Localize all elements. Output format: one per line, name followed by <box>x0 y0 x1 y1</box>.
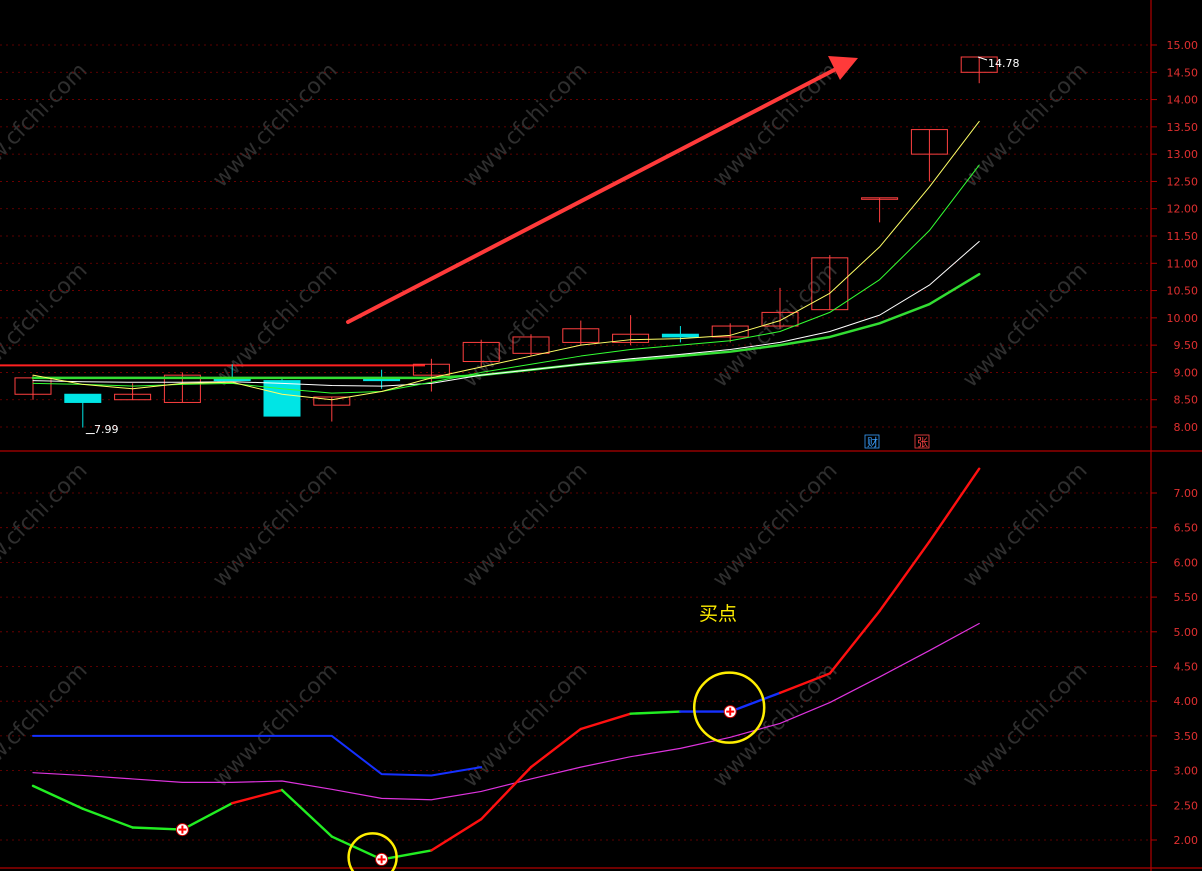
indicator-tick-label: 6.50 <box>1174 522 1199 535</box>
trend-line-segment <box>828 609 881 675</box>
indicator-tick-label: 4.00 <box>1174 695 1199 708</box>
trend-line-segment <box>579 712 632 731</box>
trend-line-segment <box>131 826 184 831</box>
highlight-circle <box>347 832 398 871</box>
price-tick-label: 9.50 <box>1174 339 1199 352</box>
trend-line-segment <box>81 807 134 829</box>
trend-line-segment <box>31 784 85 810</box>
watermark-text: www.cfchi.com <box>708 458 842 592</box>
trend-line-segment <box>878 540 931 613</box>
indicator-tick-label: 3.00 <box>1174 765 1199 778</box>
watermark-text: www.cfchi.com <box>0 658 93 792</box>
indicator-tick-label: 3.50 <box>1174 730 1199 743</box>
price-tick-label: 12.50 <box>1167 175 1199 188</box>
price-panel <box>0 56 998 449</box>
indicator-tick-label: 7.00 <box>1174 487 1199 500</box>
price-tick-label: 9.00 <box>1174 366 1199 379</box>
watermark-text: www.cfchi.com <box>458 458 592 592</box>
price-tick-label: 8.50 <box>1174 394 1199 407</box>
trend-line-segment <box>928 467 981 543</box>
price-tick-label: 12.00 <box>1167 203 1199 216</box>
trend-line-segment <box>729 691 782 713</box>
watermark-text: www.cfchi.com <box>958 658 1092 792</box>
watermark-text: www.cfchi.com <box>0 458 93 592</box>
price-tick-label: 14.00 <box>1167 94 1199 107</box>
watermark-text: www.cfchi.com <box>208 58 342 192</box>
candle-body <box>661 333 699 338</box>
trend-line-segment <box>430 817 483 852</box>
price-tick-label: 11.50 <box>1167 230 1199 243</box>
indicator-tick-label: 4.50 <box>1174 661 1199 674</box>
badge-cai: 财 <box>867 435 878 449</box>
watermark-text: www.cfchi.com <box>0 58 93 192</box>
price-tick-label: 13.50 <box>1167 121 1199 134</box>
indicator-tick-label: 5.00 <box>1174 626 1199 639</box>
badge-zhang: 张 <box>917 436 928 449</box>
buy-point-annotation: 买点 <box>699 603 737 625</box>
watermark-text: www.cfchi.com <box>208 658 342 792</box>
magenta-line <box>32 622 980 801</box>
trend-line-segment <box>380 849 433 861</box>
trend-line-segment <box>529 727 582 769</box>
label-layer: 14.78 7.99 财 张 买点 <box>94 57 1020 625</box>
watermark-text: www.cfchi.com <box>458 58 592 192</box>
candle-body <box>64 393 102 403</box>
trend-line-segment <box>181 802 234 831</box>
watermark-text: www.cfchi.com <box>458 258 592 392</box>
min-price-label: 7.99 <box>94 423 119 436</box>
candle-body <box>263 380 301 417</box>
price-tick-label: 8.00 <box>1174 421 1199 434</box>
indicator-tick-label: 6.00 <box>1174 556 1199 569</box>
price-tick-label: 10.50 <box>1167 285 1199 298</box>
watermark-text: www.cfchi.com <box>708 658 842 792</box>
indicator-tick-label: 2.00 <box>1174 834 1199 847</box>
indicator-tick-label: 2.50 <box>1174 799 1199 812</box>
price-tick-label: 15.00 <box>1167 39 1199 52</box>
stock-chart: www.cfchi.com www.cfchi.com www.cfchi.com w… <box>0 0 1202 871</box>
watermark-layer: www.cfchi.com www.cfchi.com www.cfchi.com w… <box>0 58 1093 792</box>
max-price-label: 14.78 <box>988 57 1020 70</box>
trend-arrow-shaft <box>346 67 838 324</box>
price-tick-label: 13.00 <box>1167 148 1199 161</box>
trend-line-segment <box>629 710 682 715</box>
price-tick-label: 14.50 <box>1167 66 1199 79</box>
price-tick-label: 10.00 <box>1167 312 1199 325</box>
trend-line-segment <box>280 788 333 838</box>
trend-line-segment <box>230 788 284 805</box>
watermark-text: www.cfchi.com <box>958 458 1092 592</box>
indicator-tick-label: 5.50 <box>1174 591 1199 604</box>
watermark-text: www.cfchi.com <box>958 58 1092 192</box>
watermark-text: www.cfchi.com <box>208 458 342 592</box>
price-tick-label: 11.00 <box>1167 257 1199 270</box>
